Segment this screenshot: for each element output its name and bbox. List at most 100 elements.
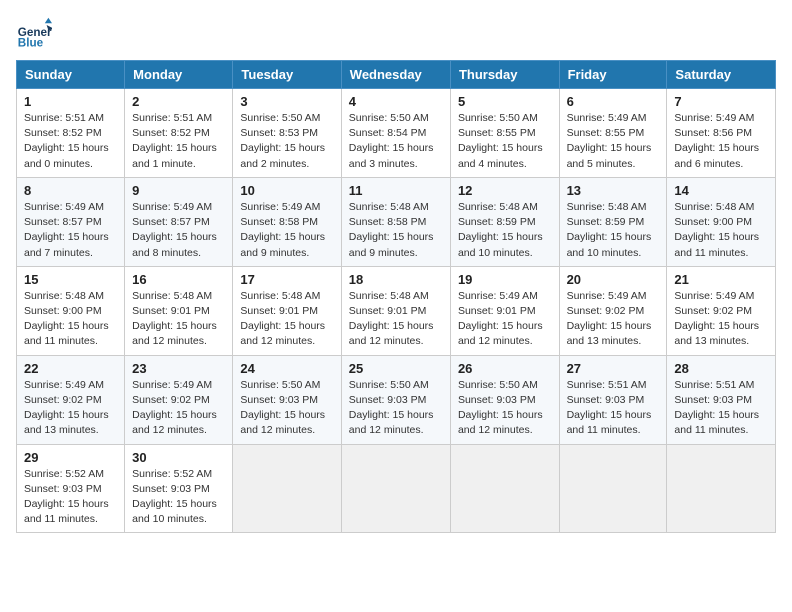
day-info: Sunrise: 5:49 AMSunset: 9:01 PMDaylight:… — [458, 289, 552, 350]
calendar-cell: 17 Sunrise: 5:48 AMSunset: 9:01 PMDayligh… — [233, 266, 341, 355]
calendar-header-row: SundayMondayTuesdayWednesdayThursdayFrid… — [17, 61, 776, 89]
day-info: Sunrise: 5:50 AMSunset: 9:03 PMDaylight:… — [349, 378, 443, 439]
day-number: 5 — [458, 94, 552, 109]
calendar-cell: 9 Sunrise: 5:49 AMSunset: 8:57 PMDaylight… — [125, 177, 233, 266]
day-number: 13 — [567, 183, 660, 198]
day-info: Sunrise: 5:48 AMSunset: 8:59 PMDaylight:… — [458, 200, 552, 261]
weekday-header-thursday: Thursday — [450, 61, 559, 89]
calendar-cell: 18 Sunrise: 5:48 AMSunset: 9:01 PMDayligh… — [341, 266, 450, 355]
calendar-cell: 24 Sunrise: 5:50 AMSunset: 9:03 PMDayligh… — [233, 355, 341, 444]
calendar-cell: 20Sunrise: 5:49 AMSunset: 9:02 PMDayligh… — [559, 266, 667, 355]
day-number: 4 — [349, 94, 443, 109]
calendar-cell — [667, 444, 776, 533]
calendar-cell: 11 Sunrise: 5:48 AMSunset: 8:58 PMDayligh… — [341, 177, 450, 266]
day-number: 27 — [567, 361, 660, 376]
calendar-cell: 16 Sunrise: 5:48 AMSunset: 9:01 PMDayligh… — [125, 266, 233, 355]
day-info: Sunrise: 5:49 AMSunset: 9:02 PMDaylight:… — [674, 289, 768, 350]
day-info: Sunrise: 5:49 AMSunset: 8:56 PMDaylight:… — [674, 111, 768, 172]
calendar-cell: 10 Sunrise: 5:49 AMSunset: 8:58 PMDayligh… — [233, 177, 341, 266]
calendar-cell: 30 Sunrise: 5:52 AMSunset: 9:03 PMDayligh… — [125, 444, 233, 533]
day-number: 24 — [240, 361, 333, 376]
day-number: 9 — [132, 183, 225, 198]
day-info: Sunrise: 5:52 AMSunset: 9:03 PMDaylight:… — [24, 467, 117, 528]
calendar-cell: 5 Sunrise: 5:50 AMSunset: 8:55 PMDaylight… — [450, 89, 559, 178]
calendar-cell — [450, 444, 559, 533]
weekday-header-tuesday: Tuesday — [233, 61, 341, 89]
day-number: 16 — [132, 272, 225, 287]
day-info: Sunrise: 5:50 AMSunset: 8:54 PMDaylight:… — [349, 111, 443, 172]
day-number: 15 — [24, 272, 117, 287]
day-number: 18 — [349, 272, 443, 287]
day-number: 21 — [674, 272, 768, 287]
calendar-cell: 15 Sunrise: 5:48 AMSunset: 9:00 PMDayligh… — [17, 266, 125, 355]
day-info: Sunrise: 5:51 AMSunset: 8:52 PMDaylight:… — [24, 111, 117, 172]
calendar-cell: 2Sunrise: 5:51 AMSunset: 8:52 PMDaylight… — [125, 89, 233, 178]
day-info: Sunrise: 5:49 AMSunset: 8:58 PMDaylight:… — [240, 200, 333, 261]
day-number: 28 — [674, 361, 768, 376]
day-info: Sunrise: 5:48 AMSunset: 9:01 PMDaylight:… — [240, 289, 333, 350]
svg-text:Blue: Blue — [18, 37, 44, 50]
calendar-week-4: 22 Sunrise: 5:49 AMSunset: 9:02 PMDayligh… — [17, 355, 776, 444]
day-info: Sunrise: 5:51 AMSunset: 9:03 PMDaylight:… — [567, 378, 660, 439]
day-info: Sunrise: 5:49 AMSunset: 8:57 PMDaylight:… — [24, 200, 117, 261]
calendar-cell: 25 Sunrise: 5:50 AMSunset: 9:03 PMDayligh… — [341, 355, 450, 444]
day-info: Sunrise: 5:50 AMSunset: 8:53 PMDaylight:… — [240, 111, 333, 172]
logo: General Blue — [16, 16, 52, 52]
calendar-cell: 26Sunrise: 5:50 AMSunset: 9:03 PMDayligh… — [450, 355, 559, 444]
day-info: Sunrise: 5:48 AMSunset: 8:58 PMDaylight:… — [349, 200, 443, 261]
day-info: Sunrise: 5:50 AMSunset: 9:03 PMDaylight:… — [240, 378, 333, 439]
weekday-header-friday: Friday — [559, 61, 667, 89]
calendar-table: SundayMondayTuesdayWednesdayThursdayFrid… — [16, 60, 776, 533]
day-info: Sunrise: 5:48 AMSunset: 8:59 PMDaylight:… — [567, 200, 660, 261]
day-number: 8 — [24, 183, 117, 198]
calendar-cell: 14 Sunrise: 5:48 AMSunset: 9:00 PMDayligh… — [667, 177, 776, 266]
day-number: 14 — [674, 183, 768, 198]
calendar-cell: 4 Sunrise: 5:50 AMSunset: 8:54 PMDaylight… — [341, 89, 450, 178]
calendar-week-1: 1Sunrise: 5:51 AMSunset: 8:52 PMDaylight… — [17, 89, 776, 178]
day-number: 10 — [240, 183, 333, 198]
day-number: 23 — [132, 361, 225, 376]
calendar-cell: 21 Sunrise: 5:49 AMSunset: 9:02 PMDayligh… — [667, 266, 776, 355]
calendar-cell: 28 Sunrise: 5:51 AMSunset: 9:03 PMDayligh… — [667, 355, 776, 444]
calendar-cell: 27 Sunrise: 5:51 AMSunset: 9:03 PMDayligh… — [559, 355, 667, 444]
day-info: Sunrise: 5:49 AMSunset: 9:02 PMDaylight:… — [24, 378, 117, 439]
day-number: 30 — [132, 450, 225, 465]
day-number: 20 — [567, 272, 660, 287]
day-info: Sunrise: 5:51 AMSunset: 9:03 PMDaylight:… — [674, 378, 768, 439]
calendar-cell — [233, 444, 341, 533]
day-info: Sunrise: 5:48 AMSunset: 9:01 PMDaylight:… — [349, 289, 443, 350]
calendar-week-5: 29Sunrise: 5:52 AMSunset: 9:03 PMDayligh… — [17, 444, 776, 533]
logo-icon: General Blue — [16, 16, 52, 52]
calendar-cell: 3 Sunrise: 5:50 AMSunset: 8:53 PMDaylight… — [233, 89, 341, 178]
day-info: Sunrise: 5:48 AMSunset: 9:01 PMDaylight:… — [132, 289, 225, 350]
calendar-cell — [341, 444, 450, 533]
calendar-cell — [559, 444, 667, 533]
day-info: Sunrise: 5:48 AMSunset: 9:00 PMDaylight:… — [674, 200, 768, 261]
weekday-header-monday: Monday — [125, 61, 233, 89]
calendar-cell: 12 Sunrise: 5:48 AMSunset: 8:59 PMDayligh… — [450, 177, 559, 266]
day-info: Sunrise: 5:49 AMSunset: 8:57 PMDaylight:… — [132, 200, 225, 261]
page-header: General Blue — [16, 16, 776, 52]
calendar-cell: 6Sunrise: 5:49 AMSunset: 8:55 PMDaylight… — [559, 89, 667, 178]
day-info: Sunrise: 5:52 AMSunset: 9:03 PMDaylight:… — [132, 467, 225, 528]
day-number: 3 — [240, 94, 333, 109]
calendar-cell: 29Sunrise: 5:52 AMSunset: 9:03 PMDayligh… — [17, 444, 125, 533]
calendar-cell: 19 Sunrise: 5:49 AMSunset: 9:01 PMDayligh… — [450, 266, 559, 355]
day-number: 11 — [349, 183, 443, 198]
day-number: 22 — [24, 361, 117, 376]
calendar-week-2: 8 Sunrise: 5:49 AMSunset: 8:57 PMDaylight… — [17, 177, 776, 266]
weekday-header-wednesday: Wednesday — [341, 61, 450, 89]
calendar-cell: 13 Sunrise: 5:48 AMSunset: 8:59 PMDayligh… — [559, 177, 667, 266]
weekday-header-sunday: Sunday — [17, 61, 125, 89]
calendar-cell: 7Sunrise: 5:49 AMSunset: 8:56 PMDaylight… — [667, 89, 776, 178]
day-info: Sunrise: 5:48 AMSunset: 9:00 PMDaylight:… — [24, 289, 117, 350]
day-info: Sunrise: 5:50 AMSunset: 8:55 PMDaylight:… — [458, 111, 552, 172]
day-number: 26 — [458, 361, 552, 376]
day-number: 12 — [458, 183, 552, 198]
calendar-cell: 22 Sunrise: 5:49 AMSunset: 9:02 PMDayligh… — [17, 355, 125, 444]
day-number: 25 — [349, 361, 443, 376]
day-info: Sunrise: 5:51 AMSunset: 8:52 PMDaylight:… — [132, 111, 225, 172]
day-number: 19 — [458, 272, 552, 287]
day-number: 17 — [240, 272, 333, 287]
day-info: Sunrise: 5:49 AMSunset: 9:02 PMDaylight:… — [132, 378, 225, 439]
